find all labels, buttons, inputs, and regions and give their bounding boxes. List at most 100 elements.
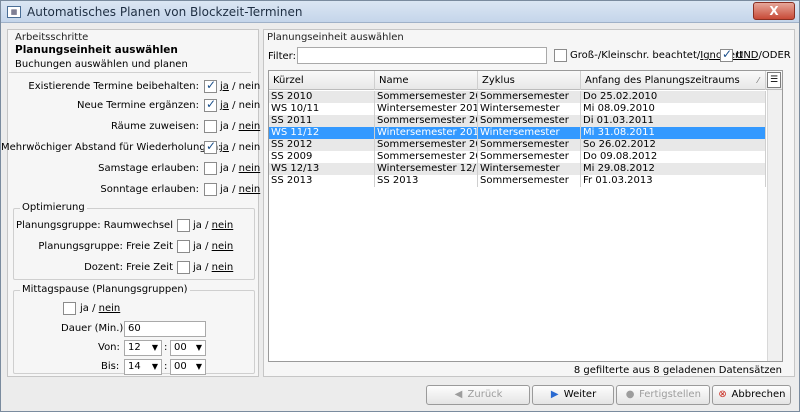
table-row[interactable]: SS 2013 SS 2013 Sommersemester Fr 01.03.201…	[269, 175, 766, 187]
bis-minute-select[interactable]: 00 ▼	[170, 359, 206, 375]
bis-sep: :	[164, 361, 168, 372]
mittag-ja[interactable]: ja	[80, 303, 89, 314]
table-row[interactable]: WS 11/12Wintersemester 2011/...Wintersem…	[269, 127, 766, 139]
optim-nein[interactable]: nein	[212, 220, 234, 231]
bis-hour-select[interactable]: 14 ▼	[124, 359, 162, 375]
table-cell: SS 2013	[269, 175, 375, 187]
option-checkbox[interactable]	[204, 120, 217, 133]
case-label: Groß-/Kleinschr. beachtet/	[570, 50, 701, 61]
optim-checkbox[interactable]	[177, 219, 190, 232]
option-ja[interactable]: ja	[220, 81, 229, 92]
optim-label: Planungsgruppe: Raumwechsel	[16, 220, 173, 231]
option-ja[interactable]: ja	[220, 163, 229, 174]
mittag-nein[interactable]: nein	[99, 303, 121, 314]
table-cell: Sommersemester	[478, 175, 581, 187]
window-title: Automatisches Planen von Blockzeit-Termi…	[27, 5, 303, 19]
optim-nein[interactable]: nein	[212, 262, 234, 273]
option-label: Räume zuweisen:	[110, 121, 199, 132]
table-row[interactable]: SS 2010Sommersemester 2010Sommersemester…	[269, 91, 766, 103]
table-cell: Sommersemester 2012	[375, 139, 478, 151]
table-cell: Sommersemester	[478, 115, 581, 127]
filter-input[interactable]	[297, 47, 547, 64]
table-row[interactable]: SS 2011Sommersemester 2011Sommersemester…	[269, 115, 766, 127]
table-row[interactable]: SS 2009Sommersemester 2009Sommersemester…	[269, 151, 766, 163]
cancel-button[interactable]: ⊗ Abbrechen	[712, 385, 791, 405]
und-label[interactable]: UND	[736, 50, 759, 61]
table-row[interactable]: SS 2012Sommersemester 2012Sommersemester…	[269, 139, 766, 151]
next-button[interactable]: ▶ Weiter	[532, 385, 614, 405]
option-ja[interactable]: ja	[220, 100, 229, 111]
optim-ja[interactable]: ja	[193, 241, 202, 252]
column-chooser-icon[interactable]: ☰	[767, 72, 781, 88]
von-hour-value: 12	[128, 342, 141, 353]
table-cell: WS 11/12	[269, 127, 375, 139]
option-nein[interactable]: nein	[239, 100, 261, 111]
optim-label: Planungsgruppe: Freie Zeit	[38, 241, 173, 252]
optim-nein[interactable]: nein	[212, 241, 234, 252]
oder-label[interactable]: /ODER	[759, 50, 791, 61]
bis-label: Bis:	[101, 361, 120, 372]
table-cell: Wintersemester 2011/...	[375, 127, 478, 139]
table-cell: SS 2011	[269, 115, 375, 127]
finish-button[interactable]: ● Fertigstellen	[616, 385, 710, 405]
cancel-icon: ⊗	[718, 389, 727, 400]
column-header-anfang-label: Anfang des Planungszeitraums	[585, 75, 740, 86]
table-row[interactable]: WS 12/13 Wintersemester 12/13 Wintersemest…	[269, 163, 766, 175]
table-cell: Sommersemester	[478, 139, 581, 151]
option-checkbox[interactable]	[204, 183, 217, 196]
column-header-name[interactable]: Name	[375, 71, 478, 90]
optimierung-title: Optimierung	[20, 202, 87, 213]
step-active[interactable]: Planungseinheit auswählen	[15, 44, 178, 56]
column-header-kuerzel[interactable]: Kürzel	[269, 71, 375, 90]
dauer-input[interactable]: 60	[124, 321, 206, 337]
optim-checkbox[interactable]	[177, 261, 190, 274]
option-checkbox[interactable]	[204, 139, 217, 154]
von-hour-select[interactable]: 12 ▼	[124, 340, 162, 356]
title-bar: ▦ Automatisches Planen von Blockzeit-Ter…	[1, 1, 799, 23]
status-text: 8 gefilterte aus 8 geladenen Datensätzen	[573, 365, 782, 376]
table-cell: Wintersemester	[478, 163, 581, 175]
case-text: Groß-/Kleinschr. beachtet/Ignoriert	[570, 50, 743, 61]
option-yn: ja / nein	[220, 121, 261, 132]
mittag-checkbox[interactable]	[63, 302, 76, 315]
chevron-down-icon: ▼	[151, 343, 158, 352]
mittag-title: Mittagspause (Planungsgruppen)	[20, 284, 190, 295]
next-label: Weiter	[563, 389, 597, 400]
table-cell: Sommersemester 2009	[375, 151, 478, 163]
close-button[interactable]: X	[753, 2, 795, 20]
option-checkbox[interactable]	[204, 97, 217, 112]
option-yn: ja / nein	[220, 100, 261, 111]
optim-ja[interactable]: ja	[193, 220, 202, 231]
option-ja[interactable]: ja	[220, 184, 229, 195]
option-ja[interactable]: ja	[220, 121, 229, 132]
option-nein[interactable]: nein	[239, 121, 261, 132]
back-arrow-icon: ◀	[454, 389, 463, 400]
option-checkbox[interactable]	[204, 78, 217, 93]
vertical-scrollbar[interactable]	[767, 90, 782, 361]
option-ja[interactable]: ja	[220, 142, 229, 153]
option-label: Existierende Termine beibehalten:	[28, 81, 199, 92]
column-header-zyklus[interactable]: Zyklus	[478, 71, 581, 90]
optim-checkbox[interactable]	[177, 240, 190, 253]
column-header-anfang[interactable]: Anfang des Planungszeitraums ⁄	[581, 71, 766, 90]
option-nein[interactable]: nein	[239, 81, 261, 92]
table-row[interactable]: WS 10/11Wintersemester 2010/...Wintersem…	[269, 103, 766, 115]
option-checkbox[interactable]	[204, 162, 217, 175]
option-label: Sonntage erlauben:	[100, 184, 199, 195]
und-checkbox[interactable]	[720, 47, 733, 62]
case-checkbox[interactable]	[554, 49, 567, 62]
option-nein[interactable]: nein	[239, 142, 261, 153]
data-table: Kürzel Name Zyklus Anfang des Planungsze…	[268, 70, 783, 362]
table-cell: Sommersemester 2010	[375, 91, 478, 103]
und-oder-text: UND/ODER	[736, 50, 791, 61]
divider	[9, 72, 251, 73]
von-minute-select[interactable]: 00 ▼	[170, 340, 206, 356]
table-cell: So 26.02.2012	[581, 139, 766, 151]
option-nein[interactable]: nein	[239, 184, 261, 195]
option-nein[interactable]: nein	[239, 163, 261, 174]
optim-ja[interactable]: ja	[193, 262, 202, 273]
step-next[interactable]: Buchungen auswählen und planen	[15, 59, 188, 70]
filter-label: Filter:	[268, 51, 296, 62]
optim-label: Dozent: Freie Zeit	[84, 262, 173, 273]
back-button[interactable]: ◀ Zurück	[426, 385, 530, 405]
